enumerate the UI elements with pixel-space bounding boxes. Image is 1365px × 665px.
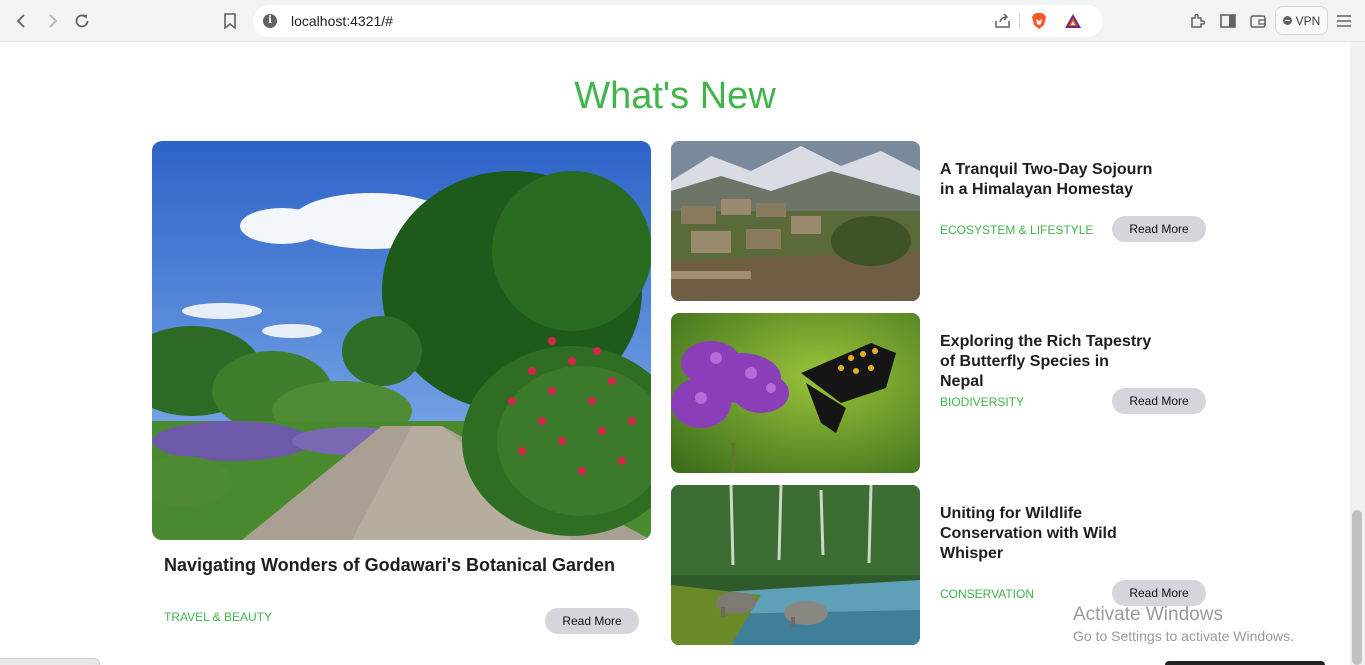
site-info-icon[interactable]: i	[263, 14, 277, 28]
card-image-butterfly[interactable]	[671, 313, 920, 473]
featured-title[interactable]: Navigating Wonders of Godawari's Botanic…	[164, 555, 615, 576]
brave-rewards-icon[interactable]	[1063, 11, 1083, 31]
url-text[interactable]: localhost:4321/#	[291, 13, 393, 29]
browser-toolbar: i localhost:4321/# VPN	[0, 0, 1365, 42]
watermark-line2: Go to Settings to activate Windows.	[1073, 628, 1294, 644]
featured-image-botanical-garden[interactable]	[152, 141, 651, 540]
card-image-rhino-wildlife[interactable]	[671, 485, 920, 645]
featured-read-more-button[interactable]: Read More	[545, 608, 639, 634]
card-read-more-button[interactable]: Read More	[1112, 216, 1206, 242]
card-category[interactable]: CONSERVATION	[940, 587, 1034, 601]
card-read-more-button[interactable]: Read More	[1112, 580, 1206, 606]
sidebar-icon[interactable]	[1216, 9, 1240, 33]
share-icon[interactable]	[993, 11, 1013, 31]
brave-shields-icon[interactable]	[1029, 11, 1049, 31]
section-heading: What's New	[574, 75, 776, 117]
address-bar[interactable]: i localhost:4321/#	[253, 5, 1103, 37]
activate-windows-watermark: Activate Windows Go to Settings to activ…	[1073, 604, 1294, 644]
vpn-status-icon	[1282, 16, 1292, 25]
card-read-more-button[interactable]: Read More	[1112, 388, 1206, 414]
bookmark-icon[interactable]	[218, 9, 242, 33]
extensions-icon[interactable]	[1186, 9, 1210, 33]
scrollbar-thumb[interactable]	[1352, 510, 1362, 665]
card-category[interactable]: BIODIVERSITY	[940, 395, 1024, 409]
watermark-line1: Activate Windows	[1073, 604, 1223, 625]
wallet-icon[interactable]	[1246, 9, 1270, 33]
card-title[interactable]: A Tranquil Two-Day Sojourn in a Himalaya…	[940, 160, 1155, 200]
page-content: What's New Navigating Wonders of Godawar…	[0, 42, 1350, 665]
card-title[interactable]: Exploring the Rich Tapestry of Butterfly…	[940, 332, 1155, 392]
card-title[interactable]: Uniting for Wildlife Conservation with W…	[940, 504, 1155, 564]
reload-icon[interactable]	[70, 9, 94, 33]
vpn-button[interactable]: VPN	[1275, 6, 1328, 35]
menu-icon[interactable]	[1332, 9, 1356, 33]
floating-element-edge	[1165, 661, 1325, 665]
forward-icon[interactable]	[40, 9, 64, 33]
card-category[interactable]: ECOSYSTEM & LIFESTYLE	[940, 223, 1093, 237]
card-image-himalayan-homestay[interactable]	[671, 141, 920, 301]
featured-category[interactable]: TRAVEL & BEAUTY	[164, 610, 272, 624]
back-icon[interactable]	[10, 9, 34, 33]
status-bubble	[0, 658, 100, 665]
vpn-label: VPN	[1295, 13, 1321, 28]
page-scrollbar[interactable]	[1350, 42, 1365, 665]
divider	[1019, 13, 1020, 29]
